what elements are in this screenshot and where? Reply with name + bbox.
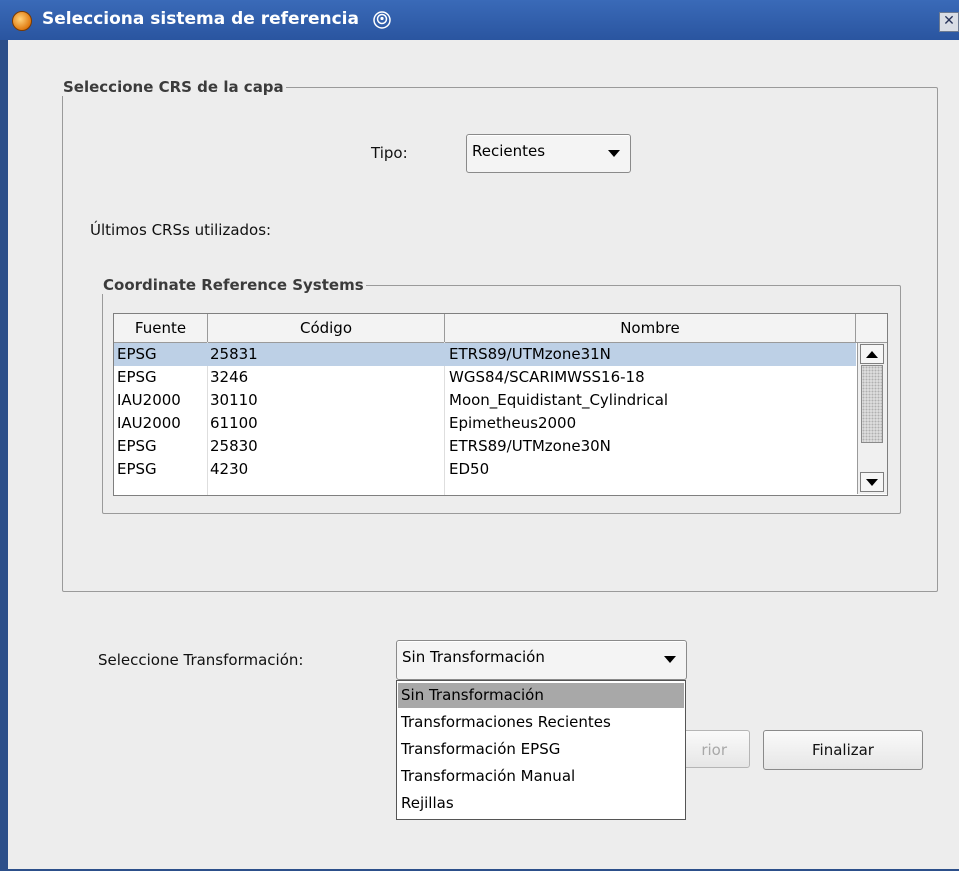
window-border <box>0 40 8 871</box>
cell-fuente: EPSG <box>117 368 157 386</box>
anterior-button-label: rior <box>701 741 727 759</box>
cell-fuente: IAU2000 <box>117 391 181 409</box>
dropdown-option-rejillas[interactable]: Rejillas <box>398 791 684 816</box>
finalizar-button[interactable]: Finalizar <box>763 730 923 770</box>
dropdown-option-transformaciones-recientes[interactable]: Transformaciones Recientes <box>398 710 684 735</box>
cell-codigo: 30110 <box>210 391 258 409</box>
crs-group-legend: Seleccione CRS de la capa <box>63 78 284 96</box>
tipo-select[interactable]: Recientes <box>466 134 631 173</box>
transformation-select-value: Sin Transformación <box>402 648 545 666</box>
chevron-down-icon <box>664 656 676 663</box>
cell-codigo: 25831 <box>210 345 258 363</box>
cell-codigo: 4230 <box>210 460 249 478</box>
table-row[interactable]: EPSG 3246 WGS84/SCARIMWSS16-18 <box>114 366 856 389</box>
dropdown-option-transformacion-manual[interactable]: Transformación Manual <box>398 764 684 789</box>
column-header-codigo[interactable]: Código <box>208 314 445 342</box>
recent-crs-label: Últimos CRSs utilizados: <box>90 221 272 239</box>
column-header-nombre[interactable]: Nombre <box>445 314 856 342</box>
dropdown-option-transformacion-epsg[interactable]: Transformación EPSG <box>398 737 684 762</box>
dropdown-option-sin-transformacion[interactable]: Sin Transformación <box>398 683 684 708</box>
cell-codigo: 25830 <box>210 437 258 455</box>
cell-nombre: Moon_Equidistant_Cylindrical <box>449 391 669 409</box>
cell-fuente: EPSG <box>117 460 157 478</box>
finalizar-button-label: Finalizar <box>812 741 874 759</box>
cell-nombre: ETRS89/UTMzone30N <box>449 437 611 455</box>
scroll-up-button[interactable] <box>860 344 884 364</box>
cell-nombre: Epimetheus2000 <box>449 414 577 432</box>
column-header-fuente[interactable]: Fuente <box>114 314 208 342</box>
scroll-thumb[interactable] <box>861 365 883 443</box>
chevron-down-icon <box>608 150 620 157</box>
tipo-select-value: Recientes <box>472 142 546 160</box>
title-bar[interactable]: Selecciona sistema de referencia ✕ <box>0 0 959 40</box>
cell-nombre: WGS84/SCARIMWSS16-18 <box>449 368 645 386</box>
window-title: Selecciona sistema de referencia <box>42 9 359 29</box>
cell-codigo: 61100 <box>210 414 258 432</box>
table-row[interactable]: EPSG 4230 ED50 <box>114 458 856 481</box>
cell-nombre: ETRS89/UTMzone31N <box>449 345 611 363</box>
table-scrollbar[interactable] <box>857 343 887 494</box>
table-row[interactable]: IAU2000 30110 Moon_Equidistant_Cylindric… <box>114 389 856 412</box>
swirl-icon <box>373 11 391 29</box>
crs-table-legend: Coordinate Reference Systems <box>103 276 364 294</box>
cell-fuente: EPSG <box>117 437 157 455</box>
table-row[interactable]: EPSG 25830 ETRS89/UTMzone30N <box>114 435 856 458</box>
dialog-window: Selecciona sistema de referencia ✕ Selec… <box>0 0 959 871</box>
close-button[interactable]: ✕ <box>939 12 959 32</box>
arrow-up-icon <box>866 351 878 358</box>
transformation-select[interactable]: Sin Transformación <box>396 640 687 680</box>
table-header: Fuente Código Nombre <box>114 314 887 343</box>
crs-table: Fuente Código Nombre EPSG 25831 ETRS89/U… <box>113 313 888 496</box>
arrow-down-icon <box>866 479 878 486</box>
scroll-down-button[interactable] <box>860 472 884 492</box>
cell-fuente: IAU2000 <box>117 414 181 432</box>
table-row[interactable]: IAU2000 61100 Epimetheus2000 <box>114 412 856 435</box>
transformation-dropdown-list: Sin Transformación Transformaciones Reci… <box>396 680 686 820</box>
transformation-label: Seleccione Transformación: <box>98 651 304 669</box>
cell-fuente: EPSG <box>117 345 157 363</box>
cell-nombre: ED50 <box>449 460 490 478</box>
table-row[interactable]: EPSG 25831 ETRS89/UTMzone31N <box>114 343 856 366</box>
cell-codigo: 3246 <box>210 368 249 386</box>
tipo-label: Tipo: <box>371 144 408 162</box>
app-icon <box>12 11 32 31</box>
